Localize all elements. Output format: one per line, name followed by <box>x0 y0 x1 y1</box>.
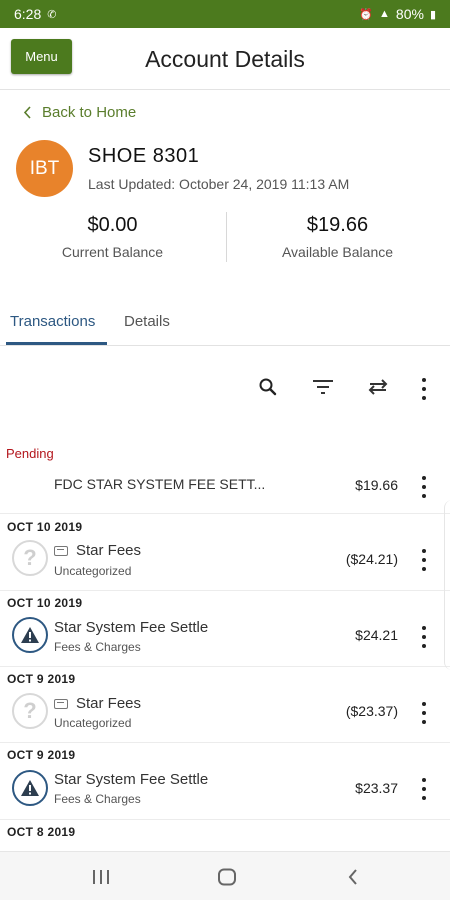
available-balance-label: Available Balance <box>281 244 394 260</box>
active-tab-indicator <box>6 342 107 345</box>
chevron-left-icon <box>23 106 31 119</box>
page-title: Account Details <box>145 46 305 72</box>
transaction-name: Star System Fee Settle <box>54 619 209 636</box>
battery-level: 80% <box>395 6 424 22</box>
more-options-icon[interactable] <box>418 376 430 402</box>
transaction-name-wrap: Star Fees <box>54 695 141 712</box>
tab-bar: Transactions Details <box>0 304 450 346</box>
sort-icon[interactable] <box>365 374 391 400</box>
app-header: Menu Account Details <box>0 28 450 90</box>
current-balance-value: $0.00 <box>87 214 138 236</box>
battery-icon: ▮ <box>429 8 436 21</box>
transaction-category: Fees & Charges <box>54 792 141 806</box>
transaction-date: OCT 9 2019 <box>7 672 76 686</box>
back-to-home-link[interactable]: Back to Home <box>23 104 136 121</box>
transaction-amount: ($23.37) <box>345 703 398 719</box>
card-icon <box>54 698 68 709</box>
tab-details[interactable]: Details <box>124 313 170 330</box>
last-updated: Last Updated: October 24, 2019 11:13 AM <box>88 176 350 192</box>
available-balance-block: $19.66 Available Balance <box>225 214 450 260</box>
current-balance-block: $0.00 Current Balance <box>0 214 225 260</box>
status-time: 6:28 <box>14 6 42 22</box>
transaction-name: Star Fees <box>76 695 142 712</box>
row-more-options-icon[interactable] <box>418 624 430 650</box>
alarm-icon: ⏰ <box>359 8 374 21</box>
transaction-category: Fees & Charges <box>54 640 141 654</box>
available-balance-value: $19.66 <box>306 214 369 236</box>
transaction-category: Uncategorized <box>54 716 132 730</box>
wifi-call-icon: ✆ <box>47 8 57 21</box>
warning-icon <box>12 770 48 806</box>
tab-transactions[interactable]: Transactions <box>10 313 95 330</box>
card-icon <box>54 545 68 556</box>
transaction-name: Star Fees <box>76 542 142 559</box>
transaction-name: Star System Fee Settle <box>54 771 209 788</box>
transaction-category: Uncategorized <box>54 564 132 578</box>
pending-label: Pending <box>6 446 54 461</box>
transaction-row[interactable]: OCT 9 2019 Star System Fee Settle Fees &… <box>0 743 450 820</box>
question-icon: ? <box>12 693 48 729</box>
transaction-date: OCT 10 2019 <box>7 520 83 534</box>
recent-apps-icon[interactable] <box>89 865 113 889</box>
scroll-indicator[interactable] <box>444 500 450 670</box>
filter-icon[interactable] <box>310 374 336 400</box>
row-more-options-icon[interactable] <box>418 700 430 726</box>
transaction-date: OCT 10 2019 <box>7 596 83 610</box>
transaction-name-wrap: Star Fees <box>54 542 141 559</box>
transaction-row[interactable]: OCT 10 2019 ? Star Fees Uncategorized ($… <box>0 514 450 591</box>
search-icon[interactable] <box>255 374 281 400</box>
transaction-amount: $19.66 <box>355 477 398 493</box>
transaction-row[interactable]: OCT 9 2019 ? Star Fees Uncategorized ($2… <box>0 667 450 743</box>
transaction-row[interactable]: OCT 8 2019 <box>0 820 450 851</box>
transaction-amount: $23.37 <box>355 780 398 796</box>
back-nav-icon[interactable] <box>341 865 365 889</box>
current-balance-label: Current Balance <box>61 244 164 260</box>
row-more-options-icon[interactable] <box>418 547 430 573</box>
transaction-name: FDC STAR SYSTEM FEE SETT... <box>54 476 266 492</box>
transaction-row[interactable]: OCT 10 2019 Star System Fee Settle Fees … <box>0 591 450 667</box>
account-name: SHOE 8301 <box>88 145 200 167</box>
home-icon[interactable] <box>215 865 239 889</box>
transaction-date: OCT 8 2019 <box>7 825 76 839</box>
signal-icon: ▲ <box>379 8 390 20</box>
pending-transaction-row[interactable]: FDC STAR SYSTEM FEE SETT... $19.66 <box>0 466 450 514</box>
row-more-options-icon[interactable] <box>418 776 430 802</box>
row-more-options-icon[interactable] <box>418 474 430 500</box>
transaction-amount: ($24.21) <box>345 551 398 567</box>
system-nav-bar <box>0 851 450 900</box>
question-icon: ? <box>12 540 48 576</box>
transaction-date: OCT 9 2019 <box>7 748 76 762</box>
transaction-amount: $24.21 <box>355 627 398 643</box>
status-bar: 6:28 ✆ ⏰ ▲ 80% ▮ <box>0 0 450 28</box>
avatar: IBT <box>16 140 73 197</box>
warning-icon <box>12 617 48 653</box>
back-label: Back to Home <box>42 104 137 121</box>
